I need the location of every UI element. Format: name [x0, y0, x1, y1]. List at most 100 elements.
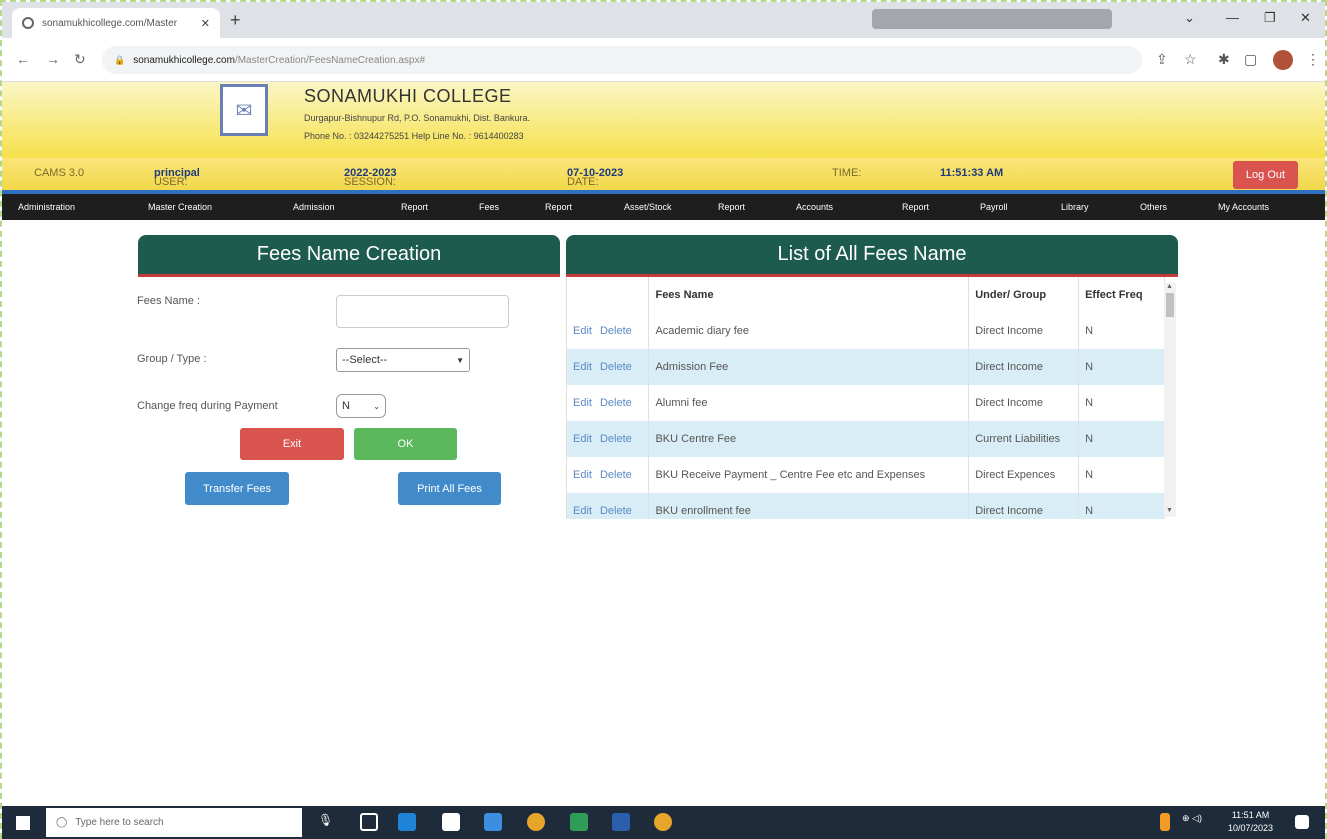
delete-link[interactable]: Delete — [600, 397, 632, 409]
group-cell: Direct Income — [968, 349, 1080, 385]
menu-administration[interactable]: Administration — [18, 202, 75, 212]
new-tab-icon[interactable]: + — [230, 10, 241, 31]
microphone-icon[interactable]: 🎙 — [318, 813, 336, 831]
reload-icon[interactable]: ↻ — [74, 51, 86, 68]
menu-others[interactable]: Others — [1140, 202, 1167, 212]
menu-report-fees[interactable]: Report — [545, 202, 572, 212]
lock-icon: 🔒 — [114, 54, 126, 65]
tab-search-icon[interactable]: ⌄ — [1184, 10, 1195, 26]
freq-cell: N — [1078, 349, 1165, 385]
table-scrollbar[interactable]: ▲ ▼ — [1164, 283, 1176, 517]
main-menu-bar: Administration Master Creation Admission… — [2, 190, 1325, 220]
edit-link[interactable]: Edit — [573, 433, 592, 445]
fees-name-label: Fees Name : — [137, 295, 200, 307]
forward-icon[interactable]: → — [46, 51, 60, 67]
group-cell: Direct Expences — [968, 457, 1080, 493]
media-controls[interactable] — [872, 9, 1112, 29]
fees-name-cell: BKU Centre Fee — [648, 421, 970, 457]
back-icon[interactable]: ← — [16, 51, 30, 67]
edit-link[interactable]: Edit — [573, 505, 592, 517]
menu-library[interactable]: Library — [1061, 202, 1089, 212]
menu-my-accounts[interactable]: My Accounts — [1218, 202, 1269, 212]
menu-accounts[interactable]: Accounts — [796, 202, 833, 212]
side-panel-icon[interactable]: ▢ — [1244, 51, 1257, 68]
share-icon[interactable]: ⇪ — [1156, 51, 1168, 68]
network-volume-icon[interactable]: ⊕ ◁) — [1182, 813, 1204, 831]
store-icon[interactable] — [442, 813, 460, 831]
fees-name-cell: Admission Fee — [648, 349, 970, 385]
table-row: Edit Delete Academic diary fee Direct Inc… — [567, 313, 1165, 349]
browser-tab[interactable]: sonamukhicollege.com/Master ✕ — [12, 8, 220, 38]
group-type-select[interactable]: --Select-- ▼ — [336, 348, 470, 372]
transfer-fees-button[interactable]: Transfer Fees — [185, 472, 289, 505]
scroll-thumb[interactable] — [1166, 293, 1174, 317]
system-label: CAMS 3.0 — [34, 167, 85, 179]
menu-report-admission[interactable]: Report — [401, 202, 428, 212]
minimize-icon[interactable]: — — [1226, 10, 1239, 25]
group-cell: Current Liabilities — [968, 421, 1080, 457]
tray-app-icon[interactable] — [1160, 813, 1170, 831]
change-freq-value: N — [342, 400, 350, 412]
ok-button[interactable]: OK — [354, 428, 457, 460]
freq-cell: N — [1078, 457, 1165, 493]
menu-master-creation[interactable]: Master Creation — [148, 202, 212, 212]
date-info: DATE: 07-10-2023 — [567, 167, 624, 188]
table-header-row: Fees Name Under/ Group Effect Freq — [567, 277, 1165, 313]
profile-avatar[interactable] — [1273, 50, 1293, 70]
scroll-down-icon[interactable]: ▼ — [1166, 507, 1173, 514]
change-freq-select[interactable]: N ⌄ — [336, 394, 386, 418]
fees-list-table: Fees Name Under/ Group Effect Freq Edit D… — [567, 277, 1165, 519]
tab-title: sonamukhicollege.com/Master — [42, 17, 178, 29]
delete-link[interactable]: Delete — [600, 469, 632, 481]
bookmark-star-icon[interactable]: ☆ — [1184, 51, 1197, 68]
table-row: Edit Delete BKU Centre Fee Current Liabil… — [567, 421, 1165, 457]
tray-clock[interactable]: 11:51 AM 10/07/2023 — [1228, 809, 1273, 835]
extensions-icon[interactable]: ✱ — [1218, 51, 1230, 68]
edit-link[interactable]: Edit — [573, 325, 592, 337]
notification-icon[interactable] — [1295, 815, 1309, 829]
menu-payroll[interactable]: Payroll — [980, 202, 1008, 212]
session-info-bar: CAMS 3.0 USER: principal SESSION: 2022-2… — [2, 158, 1325, 190]
photos-icon[interactable] — [570, 813, 588, 831]
exit-button[interactable]: Exit — [240, 428, 344, 460]
menu-report-accounts[interactable]: Report — [902, 202, 929, 212]
college-name: SONAMUKHI COLLEGE — [304, 86, 512, 106]
search-icon: ◯ — [56, 817, 68, 828]
fees-name-cell: Alumni fee — [648, 385, 970, 421]
edge-icon[interactable] — [398, 813, 416, 831]
delete-link[interactable]: Delete — [600, 433, 632, 445]
delete-link[interactable]: Delete — [600, 361, 632, 373]
tab-close-icon[interactable]: ✕ — [201, 17, 210, 30]
delete-link[interactable]: Delete — [600, 505, 632, 517]
edit-link[interactable]: Edit — [573, 397, 592, 409]
chrome-active-icon[interactable] — [654, 813, 672, 831]
windows-start-icon[interactable] — [16, 816, 30, 830]
chrome-icon[interactable] — [527, 813, 545, 831]
taskbar-search-box[interactable]: ◯ Type here to search — [46, 808, 302, 837]
url-field[interactable]: 🔒 sonamukhicollege.com/MasterCreation/Fe… — [102, 46, 1142, 74]
word-icon[interactable] — [612, 813, 630, 831]
close-window-icon[interactable]: ✕ — [1300, 10, 1311, 26]
menu-report-asset[interactable]: Report — [718, 202, 745, 212]
edit-link[interactable]: Edit — [573, 361, 592, 373]
group-type-label: Group / Type : — [137, 353, 207, 365]
freq-cell: N — [1078, 493, 1165, 519]
edit-link[interactable]: Edit — [573, 469, 592, 481]
user-info: USER: principal — [154, 167, 200, 188]
task-view-icon[interactable] — [360, 813, 378, 831]
time-value: 11:51:33 AM — [940, 167, 1004, 179]
menu-admission[interactable]: Admission — [293, 202, 335, 212]
mail-icon[interactable] — [484, 813, 502, 831]
college-address: Durgapur-Bishnupur Rd, P.O. Sonamukhi, D… — [304, 113, 530, 123]
print-all-fees-button[interactable]: Print All Fees — [398, 472, 501, 505]
delete-link[interactable]: Delete — [600, 325, 632, 337]
url-path: /MasterCreation/FeesNameCreation.aspx# — [234, 54, 426, 66]
browser-menu-icon[interactable]: ⋮ — [1306, 51, 1320, 68]
menu-asset-stock[interactable]: Asset/Stock — [624, 202, 672, 212]
menu-fees[interactable]: Fees — [479, 202, 499, 212]
col-fees-name: Fees Name — [648, 277, 970, 313]
fees-name-input[interactable] — [336, 295, 509, 328]
logout-button[interactable]: Log Out — [1233, 161, 1298, 189]
maximize-icon[interactable]: ❐ — [1264, 10, 1276, 26]
scroll-up-icon[interactable]: ▲ — [1166, 283, 1173, 290]
